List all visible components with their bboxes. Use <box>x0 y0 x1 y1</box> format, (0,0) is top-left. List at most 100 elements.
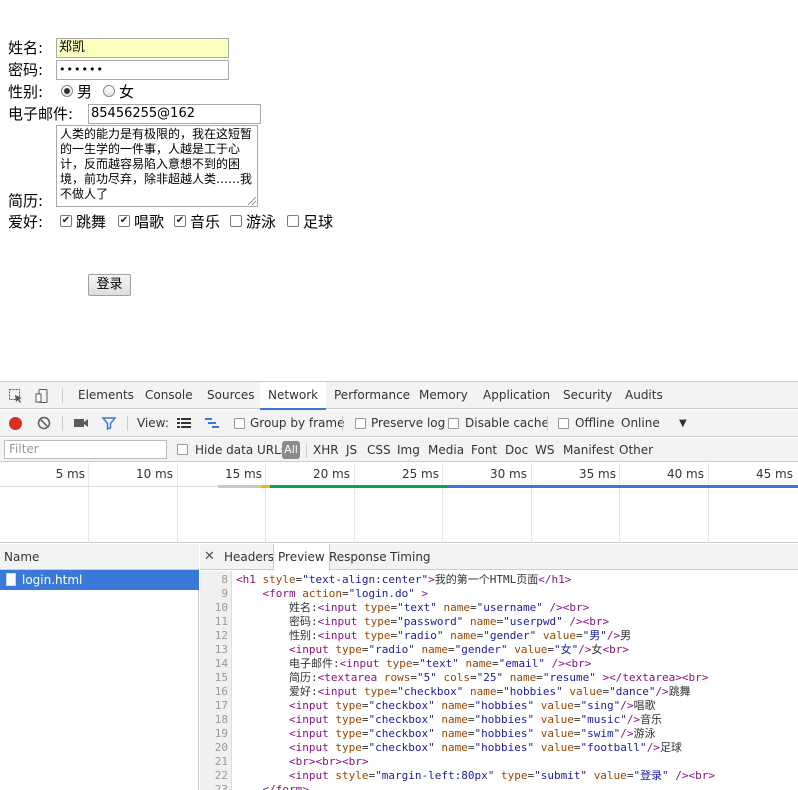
filter-doc[interactable]: Doc <box>505 438 528 462</box>
timeline-bar-receiving <box>270 485 448 488</box>
timeline-gridline <box>531 463 532 543</box>
code-text: <input type="checkbox" name="hobbies" va… <box>288 713 663 726</box>
preserve-log-checkbox[interactable] <box>355 418 366 429</box>
gender-female-radio[interactable] <box>103 85 115 97</box>
offline-label: Offline <box>575 416 615 430</box>
code-line: 15 简历:<textarea rows="5" cols="25" name=… <box>200 671 798 685</box>
timeline-tick-label: 5 ms <box>55 467 85 481</box>
code-line: 21 <br><br><br> <box>200 755 798 769</box>
device-toolbar-icon[interactable] <box>34 388 50 404</box>
timeline-gridline <box>265 463 266 543</box>
detail-tab-headers[interactable]: Headers <box>224 544 274 570</box>
tab-separator <box>62 388 63 403</box>
filter-js[interactable]: JS <box>346 438 357 462</box>
network-overview-timeline[interactable]: 5 ms 10 ms 15 ms 20 ms 25 ms 30 ms 35 ms… <box>0 463 798 543</box>
filter-css[interactable]: CSS <box>367 438 391 462</box>
filter-input[interactable]: Filter <box>4 440 167 459</box>
large-rows-icon[interactable] <box>176 415 192 431</box>
code-line: 10 姓名:<input type="text" name="username"… <box>200 601 798 615</box>
toolbar-separator <box>547 416 548 431</box>
resume-text: 人类的能力是有极限的，我在这短暂的一生学的一件事，人越是工于心计，反而越容易陷入… <box>60 127 253 201</box>
hobby-sing-checkbox[interactable] <box>118 215 130 227</box>
hobby-swim-checkbox[interactable] <box>230 215 242 227</box>
offline-checkbox[interactable] <box>558 418 569 429</box>
tab-performance[interactable]: Performance <box>334 382 410 409</box>
timeline-bar-load <box>448 485 798 488</box>
throttling-select[interactable]: Online <box>621 410 660 437</box>
filter-ws[interactable]: WS <box>535 438 554 462</box>
tab-network[interactable]: Network <box>260 382 327 410</box>
detail-tab-preview[interactable]: Preview <box>273 544 330 571</box>
resize-grip-icon[interactable] <box>248 197 256 205</box>
record-icon[interactable] <box>9 417 22 430</box>
name-column-header[interactable]: Name <box>0 544 199 570</box>
resume-textarea[interactable]: 人类的能力是有极限的，我在这短暂的一生学的一件事，人越是工于心计，反而越容易陷入… <box>56 125 258 207</box>
timeline-tick-label: 25 ms <box>401 467 439 481</box>
filter-other[interactable]: Other <box>619 438 653 462</box>
filter-media[interactable]: Media <box>428 438 464 462</box>
hobby-football-checkbox[interactable] <box>287 215 299 227</box>
clear-icon[interactable] <box>36 415 52 431</box>
code-line: 9 <form action="login.do" > <box>200 587 798 601</box>
login-form: 姓名: 郑凯 密码: •••••• 性别: 男 女 电子邮件: 85456255… <box>0 0 798 380</box>
hobby-dance-checkbox[interactable] <box>60 215 72 227</box>
username-input[interactable]: 郑凯 <box>56 38 229 58</box>
close-detail-icon[interactable]: ✕ <box>204 544 215 570</box>
tab-audits[interactable]: Audits <box>625 382 663 409</box>
timeline-gridline <box>708 463 709 543</box>
code-line: 14 电子邮件:<input type="text" name="email" … <box>200 657 798 671</box>
tab-security[interactable]: Security <box>563 382 612 409</box>
request-name: login.html <box>22 573 83 587</box>
disable-cache-label: Disable cache <box>465 416 549 430</box>
login-submit-button[interactable]: 登录 <box>88 274 131 296</box>
hobby-dance-label: 跳舞 <box>76 213 107 231</box>
code-line: 22 <input style="margin-left:80px" type=… <box>200 769 798 783</box>
code-text: <input type="checkbox" name="hobbies" va… <box>288 727 656 740</box>
gender-female-label: 女 <box>119 83 135 101</box>
hide-data-urls-checkbox[interactable] <box>177 444 188 455</box>
filter-icon[interactable] <box>101 415 117 431</box>
line-number: 17 <box>214 699 228 712</box>
hobby-sing-label: 唱歌 <box>134 213 165 231</box>
hobby-swim-label: 游泳 <box>246 213 277 231</box>
hobby-music-checkbox[interactable] <box>174 215 186 227</box>
network-filterbar: Filter Hide data URLs All XHR JS CSS Img… <box>0 438 798 462</box>
tab-memory[interactable]: Memory <box>419 382 468 409</box>
capture-screenshots-icon[interactable] <box>73 415 89 431</box>
filter-all-button[interactable]: All <box>282 441 300 459</box>
timeline-bar-waiting <box>262 485 270 488</box>
line-number: 8 <box>221 573 228 586</box>
timeline-tick-label: 35 ms <box>578 467 616 481</box>
filter-manifest[interactable]: Manifest <box>563 438 614 462</box>
code-text: <h1 style="text-align:center">我的第一个HTML页… <box>236 573 572 586</box>
password-input[interactable]: •••••• <box>56 60 229 80</box>
email-input[interactable]: 85456255@162 <box>88 104 261 124</box>
throttling-dropdown-icon[interactable]: ▼ <box>679 410 687 437</box>
tab-elements[interactable]: Elements <box>78 382 134 409</box>
timeline-tick-label: 10 ms <box>135 467 173 481</box>
group-by-frame-checkbox[interactable] <box>234 418 245 429</box>
timeline-gridline <box>177 463 178 543</box>
tab-sources[interactable]: Sources <box>207 382 254 409</box>
disable-cache-checkbox[interactable] <box>448 418 459 429</box>
gender-label: 性别: <box>8 83 44 101</box>
password-label: 密码: <box>8 61 44 79</box>
detail-tab-response[interactable]: Response <box>329 544 387 570</box>
code-line: 11 密码:<input type="password" name="userp… <box>200 615 798 629</box>
waterfall-overview-icon[interactable] <box>204 415 220 431</box>
document-file-icon <box>6 573 16 586</box>
gender-male-radio[interactable] <box>61 85 73 97</box>
filter-font[interactable]: Font <box>471 438 497 462</box>
line-number: 15 <box>214 671 228 684</box>
source-preview[interactable]: 8 <h1 style="text-align:center">我的第一个HTML… <box>200 571 798 790</box>
tab-console[interactable]: Console <box>145 382 193 409</box>
filter-xhr[interactable]: XHR <box>313 438 339 462</box>
request-row[interactable]: login.html <box>0 570 199 590</box>
code-text: 姓名:<input type="text" name="username" />… <box>236 601 590 614</box>
tab-application[interactable]: Application <box>483 382 550 409</box>
filter-img[interactable]: Img <box>397 438 420 462</box>
inspect-element-icon[interactable] <box>8 388 24 404</box>
detail-tab-timing[interactable]: Timing <box>390 544 431 570</box>
request-list: Name login.html <box>0 544 199 790</box>
line-number: 14 <box>214 657 228 670</box>
